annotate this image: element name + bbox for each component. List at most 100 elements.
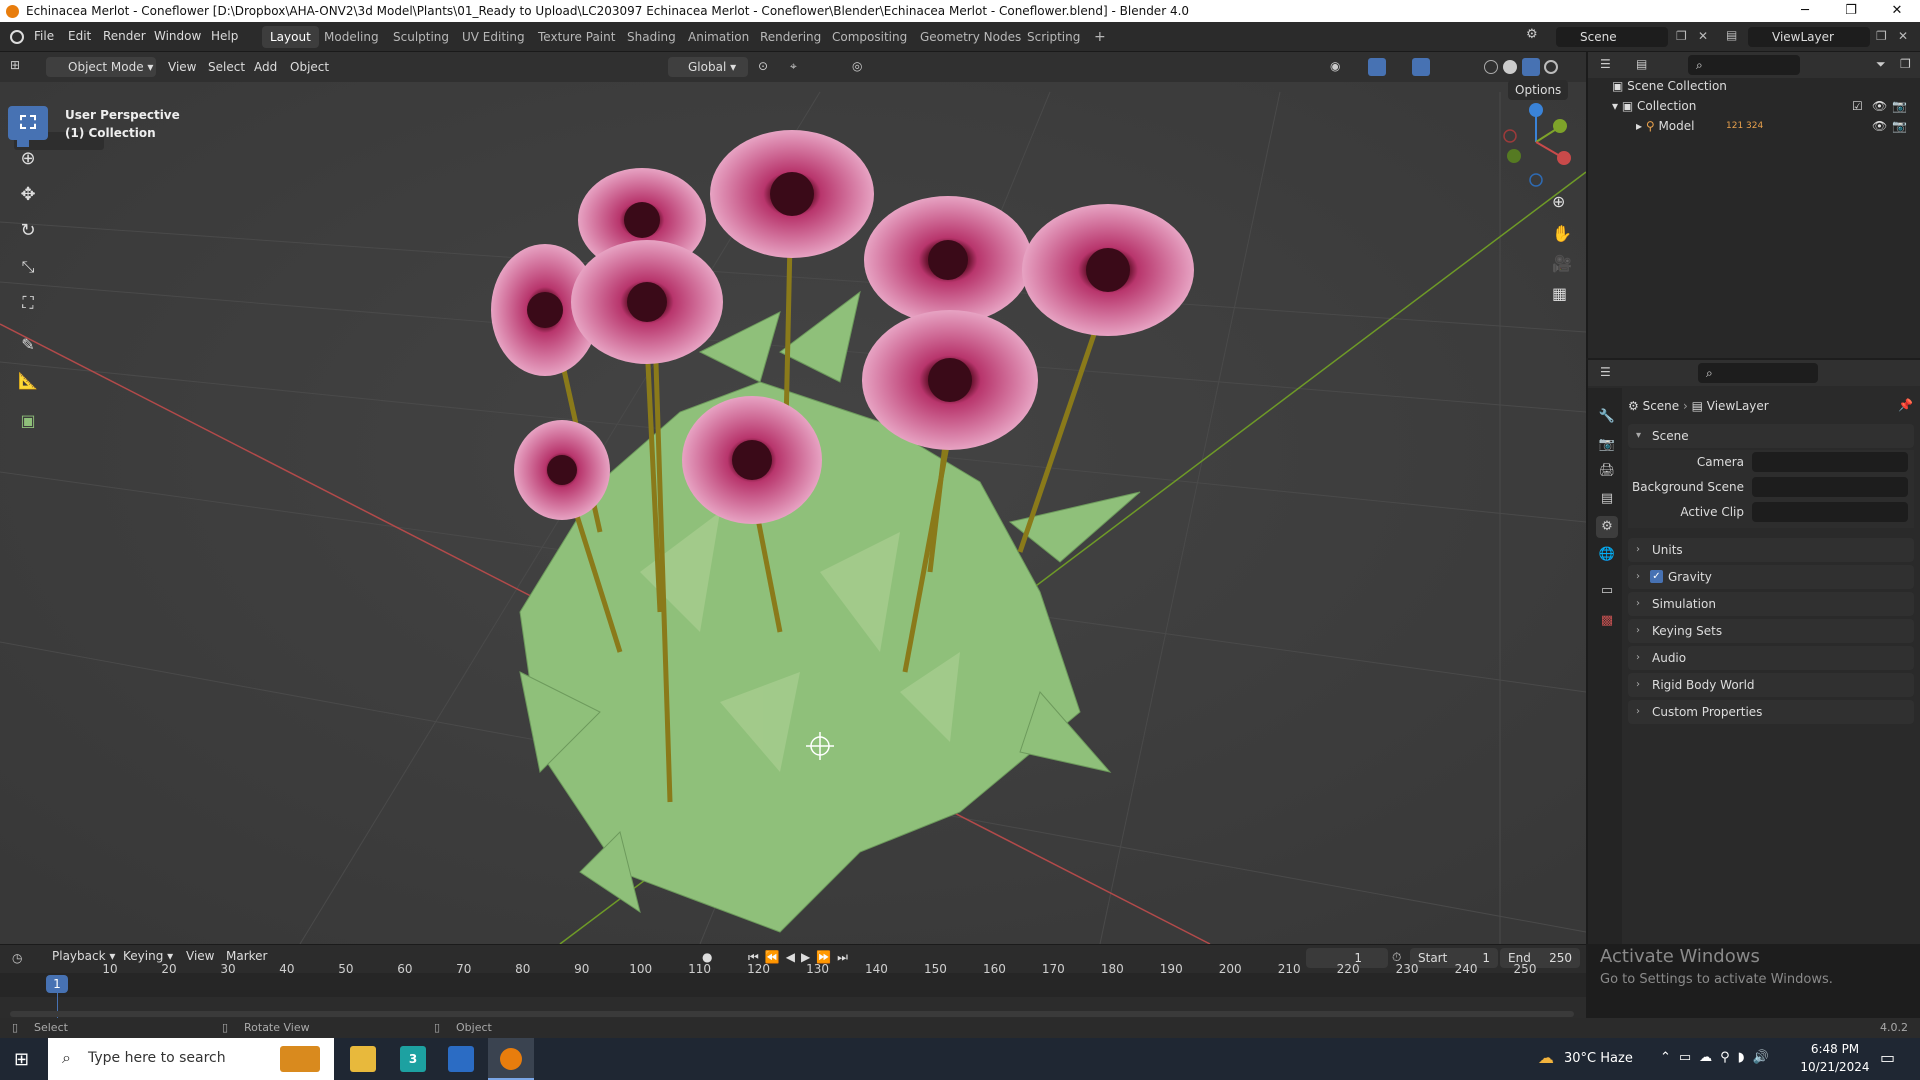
timeline-editor-icon[interactable]: ◷ [12, 951, 22, 965]
move-tool[interactable]: ✥ [8, 178, 48, 212]
camera-view-icon[interactable]: 🎥 [1552, 254, 1572, 273]
viewport-menu-select[interactable]: Select [208, 57, 245, 77]
orthographic-toggle-icon[interactable]: ▦ [1552, 284, 1567, 303]
blender-taskbar-button[interactable] [488, 1038, 534, 1080]
viewport-menu-object[interactable]: Object [290, 57, 329, 77]
panel-units-header[interactable]: › Units [1628, 538, 1914, 562]
tab-modeling[interactable]: Modeling [316, 26, 387, 48]
3d-viewport[interactable]: ⊞ Object Mode ▾ View Select Add Object G… [0, 52, 1586, 944]
app-s-icon[interactable] [448, 1046, 474, 1072]
add-cube-tool[interactable]: ▣ [8, 404, 48, 438]
world-properties-icon[interactable]: 🌐 [1596, 544, 1618, 566]
menu-file[interactable]: File [34, 29, 54, 43]
outliner-model-row[interactable]: ▸ ⚲ Model 121 324 👁 📷 [1636, 116, 1918, 136]
output-properties-icon[interactable]: 🖨 [1596, 460, 1618, 482]
annotate-tool[interactable]: ✎ [8, 328, 48, 362]
viewlayer-icon[interactable]: ▤ [1726, 28, 1737, 42]
close-button[interactable]: ✕ [1874, 0, 1920, 22]
tool-properties-icon[interactable]: 🔧 [1596, 406, 1618, 428]
windows-start-icon[interactable]: ⊞ [14, 1050, 34, 1070]
menu-window[interactable]: Window [154, 29, 201, 43]
new-collection-icon[interactable]: ❐ [1900, 57, 1911, 71]
rendered-shading-icon[interactable] [1544, 60, 1558, 74]
pin-icon[interactable]: 📌 [1898, 398, 1913, 412]
filter-icon[interactable]: ⏷ [1876, 57, 1886, 72]
outliner-editor-icon[interactable]: ☰ [1600, 57, 1611, 71]
pan-hand-icon[interactable]: ✋ [1552, 224, 1572, 243]
delete-viewlayer-icon[interactable]: ✕ [1898, 29, 1908, 43]
collection-render-icon[interactable]: 📷 [1892, 96, 1907, 116]
pivot-point-icon[interactable]: ⊙ [758, 59, 768, 73]
gizmo-toggle-icon[interactable] [1368, 58, 1386, 76]
weather-icon[interactable]: ☁ [1538, 1048, 1554, 1067]
proportional-editing-icon[interactable]: ◎ [852, 59, 862, 73]
collection-properties-icon[interactable]: ▭ [1596, 580, 1618, 602]
panel-rigid-body-world-header[interactable]: › Rigid Body World [1628, 673, 1914, 697]
viewlayer-field[interactable]: ViewLayer [1748, 27, 1870, 47]
collection-visibility-icon[interactable]: 👁 [1872, 96, 1887, 116]
new-viewlayer-icon[interactable]: ❐ [1876, 29, 1887, 43]
background-scene-field[interactable] [1752, 477, 1908, 497]
file-explorer-icon[interactable] [350, 1046, 376, 1072]
outliner-scene-collection[interactable]: ▣ Scene Collection [1612, 76, 1727, 96]
active-clip-field[interactable] [1752, 502, 1908, 522]
timeline-scrollbar[interactable] [10, 1011, 1574, 1017]
viewport-menu-view[interactable]: View [168, 57, 196, 77]
tab-uv-editing[interactable]: UV Editing [454, 26, 533, 48]
collection-expand-icon[interactable]: ▾ [1612, 99, 1622, 113]
wireframe-shading-icon[interactable] [1484, 60, 1498, 74]
panel-keying-sets-header[interactable]: › Keying Sets [1628, 619, 1914, 643]
outliner-search-input[interactable]: ⌕ [1688, 55, 1800, 75]
tab-animation[interactable]: Animation [680, 26, 757, 48]
model-visibility-icon[interactable]: 👁 [1872, 116, 1887, 136]
scene-properties-icon[interactable]: ⚙ [1596, 516, 1618, 538]
rotate-tool[interactable]: ↻ [8, 214, 48, 248]
measure-tool[interactable]: 📐 [8, 364, 48, 398]
options-button[interactable]: Options [1508, 80, 1569, 100]
outliner-collection-row[interactable]: ▾ ▣ Collection ☑ 👁 📷 [1612, 96, 1918, 116]
menu-render[interactable]: Render [103, 29, 146, 43]
clock-date[interactable]: 10/21/2024 [1800, 1060, 1870, 1074]
tab-scripting[interactable]: Scripting [1019, 26, 1088, 48]
tab-compositing[interactable]: Compositing [824, 26, 915, 48]
panel-gravity-header[interactable]: › ✓ Gravity [1628, 565, 1914, 589]
zoom-icon[interactable]: ⊕ [1552, 192, 1565, 211]
tab-geometry-nodes[interactable]: Geometry Nodes [912, 26, 1029, 48]
view-layer-properties-icon[interactable]: ▤ [1596, 488, 1618, 510]
blender-menu-icon[interactable] [10, 30, 24, 44]
scene-selector-icon[interactable]: ⚙ [1526, 27, 1538, 42]
tab-texture-paint[interactable]: Texture Paint [530, 26, 623, 48]
properties-search-input[interactable]: ⌕ [1698, 363, 1818, 383]
panel-audio-header[interactable]: › Audio [1628, 646, 1914, 670]
gravity-checkbox[interactable]: ✓ [1650, 570, 1663, 583]
select-box-tool[interactable] [8, 106, 48, 140]
playhead[interactable]: 1 [46, 975, 68, 993]
new-scene-icon[interactable]: ❐ [1676, 29, 1687, 43]
tab-layout[interactable]: Layout [262, 26, 319, 48]
menu-edit[interactable]: Edit [68, 29, 91, 43]
panel-simulation-header[interactable]: › Simulation [1628, 592, 1914, 616]
cursor-tool[interactable]: ⊕ [8, 142, 48, 176]
collection-exclude-checkbox[interactable]: ☑ [1852, 96, 1863, 116]
notifications-icon[interactable]: ▭ [1880, 1048, 1895, 1067]
editor-type-icon[interactable]: ⊞ [10, 58, 20, 72]
overlay-toggle-icon[interactable] [1412, 58, 1430, 76]
clock-time[interactable]: 6:48 PM [1800, 1042, 1870, 1056]
properties-editor-icon[interactable]: ☰ [1600, 365, 1611, 379]
tab-shading[interactable]: Shading [619, 26, 684, 48]
system-tray-icons[interactable]: ⌃▭☁⚲◗🔊 [1660, 1050, 1777, 1065]
scene-field[interactable]: Scene [1556, 27, 1668, 47]
restore-button[interactable]: ❐ [1828, 0, 1874, 22]
panel-scene-header[interactable]: ▾ Scene [1628, 424, 1914, 448]
menu-help[interactable]: Help [211, 29, 238, 43]
object-mode-dropdown[interactable]: Object Mode ▾ [46, 57, 156, 77]
visibility-icon[interactable]: ◉ [1330, 59, 1340, 73]
app-3-icon[interactable]: 3 [400, 1046, 426, 1072]
render-properties-icon[interactable]: 📷 [1596, 434, 1618, 456]
add-workspace-button[interactable]: + [1086, 26, 1114, 48]
panel-custom-properties-header[interactable]: › Custom Properties [1628, 700, 1914, 724]
solid-shading-icon[interactable] [1503, 60, 1517, 74]
timeline-ruler[interactable] [0, 973, 1586, 997]
tab-sculpting[interactable]: Sculpting [385, 26, 457, 48]
texture-properties-icon[interactable]: ▩ [1596, 610, 1618, 632]
